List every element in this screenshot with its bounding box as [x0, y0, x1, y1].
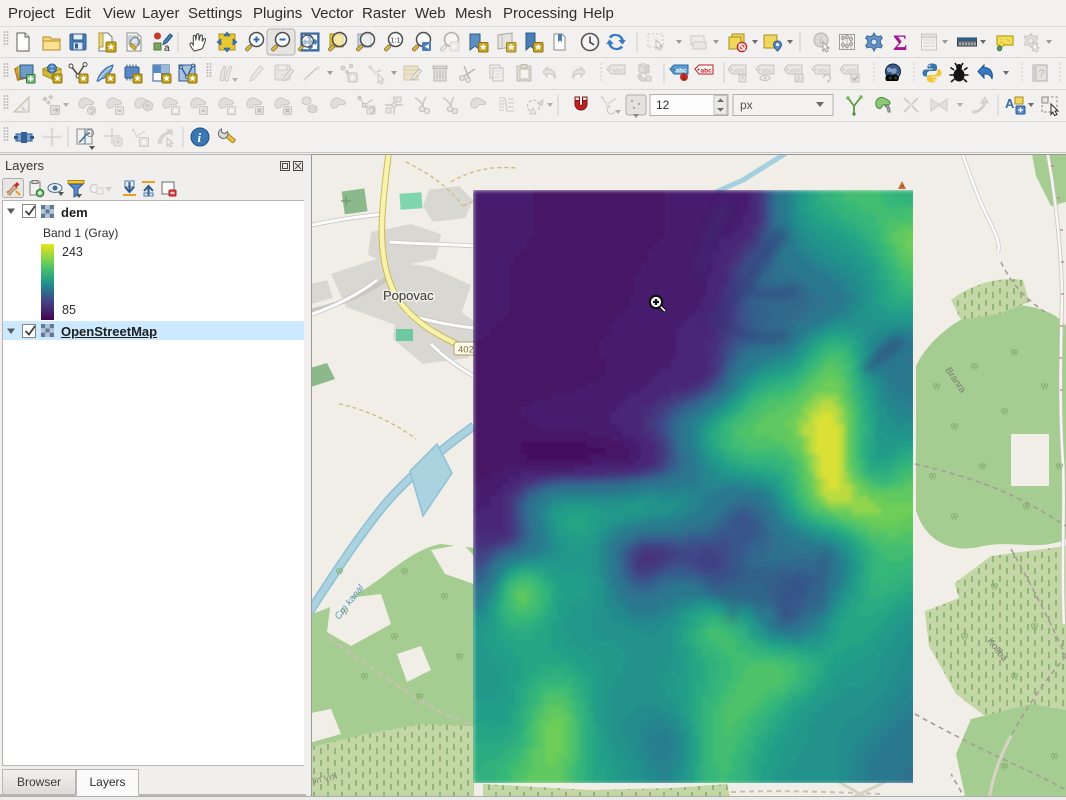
svg-text:i: i: [819, 35, 822, 47]
svg-text:abc: abc: [790, 68, 802, 75]
svg-text:abc: abc: [701, 68, 713, 75]
svg-text:i: i: [198, 130, 202, 145]
svg-text:abc: abc: [818, 68, 830, 75]
svg-text:a: a: [164, 43, 170, 54]
svg-text:12: 12: [656, 98, 670, 112]
svg-text:px: px: [740, 98, 753, 112]
svg-text:Σ: Σ: [893, 30, 907, 55]
svg-text:Popovac: Popovac: [383, 288, 434, 303]
svg-text:1:1: 1:1: [390, 36, 400, 45]
svg-text:abc: abc: [846, 68, 858, 75]
svg-text:abc: abc: [613, 68, 625, 75]
svg-text:abc: abc: [762, 68, 774, 75]
svg-text:A: A: [1005, 96, 1015, 111]
svg-text:abc: abc: [734, 68, 746, 75]
svg-text:402: 402: [458, 345, 474, 356]
svg-text:?: ?: [1039, 68, 1045, 80]
